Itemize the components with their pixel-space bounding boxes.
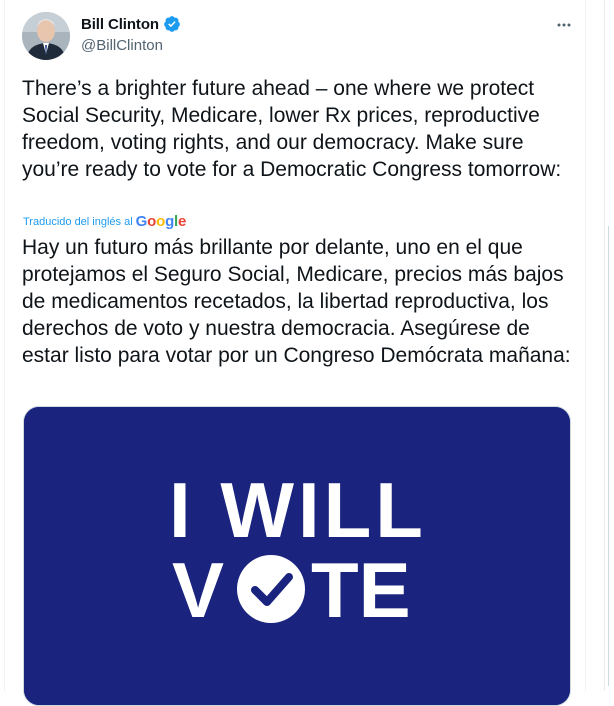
media-line-2-part-2: TE [311, 546, 411, 634]
verified-badge-icon [163, 15, 181, 33]
author-name[interactable]: Bill Clinton [81, 16, 159, 33]
avatar-image [22, 12, 70, 60]
tweet-card: Bill Clinton @BillClinton There’s a brig… [4, 0, 586, 706]
check-circle-icon [237, 555, 305, 623]
divider [608, 226, 609, 686]
media-line-2-part-1: V [172, 546, 224, 634]
media-line-1: I WILL [169, 466, 427, 554]
i-will-vote-graphic: I WILL V TE [24, 407, 570, 705]
more-options-icon[interactable] [550, 11, 578, 39]
adjacent-column-edge [604, 0, 614, 691]
author-handle[interactable]: @BillClinton [81, 37, 163, 54]
translation-label: Traducido del inglés al [23, 215, 133, 228]
tweet-text: There’s a brighter future ahead – one wh… [22, 77, 562, 181]
author-name-row[interactable]: Bill Clinton [81, 15, 181, 33]
translation-link[interactable]: Traducido del inglés al Google [23, 213, 186, 230]
google-logo: Google [135, 213, 187, 230]
avatar[interactable] [22, 12, 70, 60]
tweet-media-image[interactable]: I WILL V TE [23, 406, 571, 706]
translation-text: Hay un futuro más brillante por delante,… [22, 236, 571, 367]
